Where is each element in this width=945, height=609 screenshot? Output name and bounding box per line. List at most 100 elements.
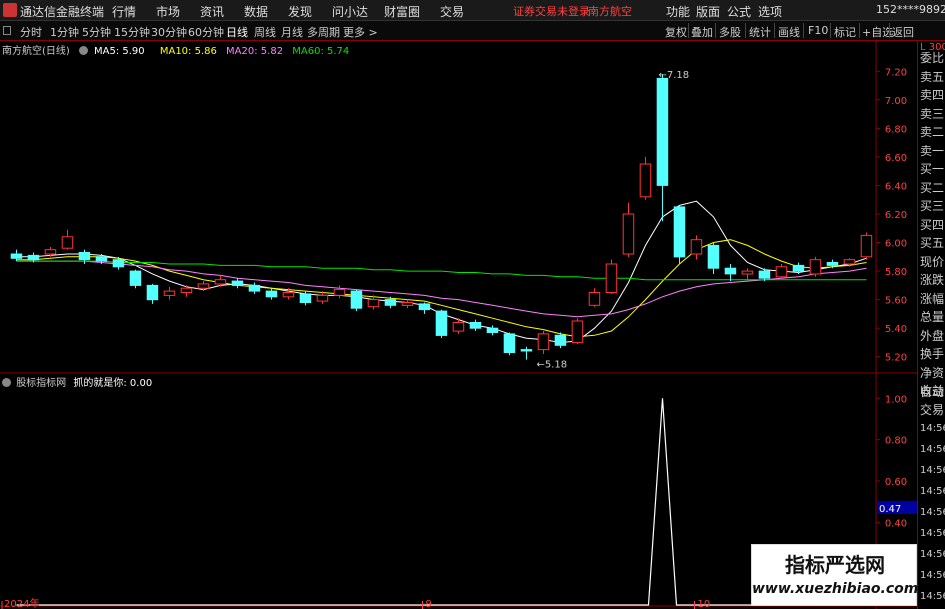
tab-daily[interactable]: 日线 [226, 24, 248, 40]
menu-item-formula[interactable]: 公式 [727, 3, 751, 20]
tab-weekly[interactable]: 周线 [254, 24, 276, 40]
price-tick-label: 5.40 [885, 324, 907, 335]
menu-item-function[interactable]: 功能 [666, 3, 690, 20]
menu-item-wealth-circle[interactable]: 财富圈 [384, 3, 420, 20]
user-account[interactable]: 152****9892 [876, 3, 945, 16]
candle-body [792, 264, 805, 272]
menu-item-wenxiaoda[interactable]: 问小达 [332, 3, 368, 20]
tab-5min[interactable]: 5分钟 [82, 24, 111, 40]
panel-label: 交易 [920, 403, 945, 417]
trade-login-warning[interactable]: 证券交易未登录 [513, 3, 590, 19]
price-tick-label: 6.60 [885, 153, 907, 164]
ma10-label: MA10: 5.86 [159, 46, 217, 57]
candle-body [44, 249, 57, 255]
tab-15min[interactable]: 15分钟 [114, 24, 150, 40]
panel-label: 14:56 [920, 591, 945, 602]
tab-more[interactable]: 更多 > [343, 24, 378, 40]
price-tick-label: 6.80 [885, 124, 907, 135]
settings-dot-icon[interactable] [2, 378, 11, 387]
candle-body [503, 333, 516, 353]
panel-label: 涨幅 [920, 291, 945, 306]
candle-body [537, 333, 550, 351]
candle-body [843, 259, 856, 265]
tab-1min[interactable]: 1分钟 [50, 24, 79, 40]
kline-chart-area[interactable]: 7.20 7.00 6.80 6.60 6.40 6.20 6.00 5.80 5.60 5.40… [0, 41, 917, 609]
menu-item-layout[interactable]: 版面 [696, 3, 720, 20]
tab-back[interactable]: 返回 [892, 24, 914, 40]
chart-stock-title[interactable]: 南方航空(日线) [2, 46, 70, 57]
low-price-label: ←5.18 [537, 360, 568, 371]
panel-label: 14:56 [920, 423, 945, 434]
tab-mark[interactable]: 标记 [834, 24, 856, 40]
indicator-formula-value: 抓的就是你: 0.00 [73, 378, 153, 389]
candle-body [78, 252, 91, 261]
panel-label: 14:56 [920, 507, 945, 518]
candle-body [690, 239, 703, 255]
tab-intraday[interactable]: 分时 [20, 24, 42, 40]
top-menu-bar: 通达信金融终端 行情 市场 资讯 数据 发现 问小达 财富圈 交易 证券交易未登… [0, 0, 945, 21]
candle-body [316, 294, 329, 302]
panel-label: 买三 [920, 199, 945, 213]
candle-body [180, 287, 193, 293]
candle-body [112, 259, 125, 268]
candle-body [146, 284, 159, 301]
panel-label: 买五 [920, 236, 945, 250]
tab-adjust[interactable]: 复权 [665, 24, 687, 40]
panel-label: 14:56 [920, 444, 945, 455]
candle-body [197, 283, 210, 289]
candle-body [435, 310, 448, 336]
price-tick-label: 7.20 [885, 67, 907, 78]
candle-body [707, 244, 720, 269]
current-stock-name: 南方航空 [588, 5, 632, 18]
candle-body [571, 320, 584, 343]
ma20-label: MA20: 5.82 [226, 46, 284, 57]
layout-toggle-icon[interactable] [3, 26, 11, 35]
tab-multi-stock[interactable]: 多股 [719, 24, 741, 40]
tab-statistics[interactable]: 统计 [749, 24, 771, 40]
tab-monthly[interactable]: 月线 [281, 24, 303, 40]
tab-f10[interactable]: F10 [808, 24, 828, 37]
menu-item-trade[interactable]: 交易 [440, 3, 464, 20]
candle-body [401, 302, 414, 306]
menu-item-discover[interactable]: 发现 [288, 3, 312, 20]
tab-60min[interactable]: 60分钟 [188, 24, 224, 40]
indicator-name[interactable]: 股标指标网 [16, 378, 66, 389]
tab-30min[interactable]: 30分钟 [151, 24, 187, 40]
tab-multi-period[interactable]: 多周期 [307, 24, 340, 40]
candle-body [452, 322, 465, 332]
candle-body [860, 234, 873, 258]
ma-line-ma60 [16, 260, 867, 281]
tab-overlay[interactable]: 叠加 [691, 24, 713, 40]
price-tick-label: 5.80 [885, 267, 907, 278]
menu-item-options[interactable]: 选项 [758, 3, 782, 20]
panel-label: 换手 [920, 347, 945, 361]
menu-item-data[interactable]: 数据 [244, 3, 268, 20]
candle-body [486, 327, 499, 334]
candle-body [163, 290, 176, 296]
candle-body [214, 279, 227, 285]
candle-body [367, 299, 380, 308]
menu-item-market[interactable]: 市场 [156, 3, 180, 20]
indicator-tick-label: 0.40 [885, 518, 907, 529]
panel-label: 卖二 [920, 125, 945, 139]
panel-label: 涨跌 [920, 273, 945, 287]
candle-body [95, 256, 108, 262]
panel-label: 委比 [920, 51, 945, 65]
menu-item-quotes[interactable]: 行情 [112, 3, 136, 20]
candle-body [724, 267, 737, 275]
price-tick-label: 6.40 [885, 181, 907, 192]
candle-body [520, 349, 533, 352]
panel-label: 14:56 [920, 486, 945, 497]
settings-dot-icon[interactable] [79, 46, 88, 55]
date-label: 2024年 [4, 597, 39, 609]
candle-body [826, 262, 839, 266]
panel-label: 14:56 [920, 528, 945, 539]
panel-label: 买二 [920, 180, 945, 195]
date-label: 10 [698, 599, 711, 609]
tab-draw-line[interactable]: 画线 [778, 24, 800, 40]
candle-body [775, 266, 788, 278]
price-tick-label: 6.00 [885, 239, 907, 250]
candle-body [299, 293, 312, 303]
menu-item-news[interactable]: 资讯 [200, 3, 224, 20]
candle-body [384, 299, 397, 306]
